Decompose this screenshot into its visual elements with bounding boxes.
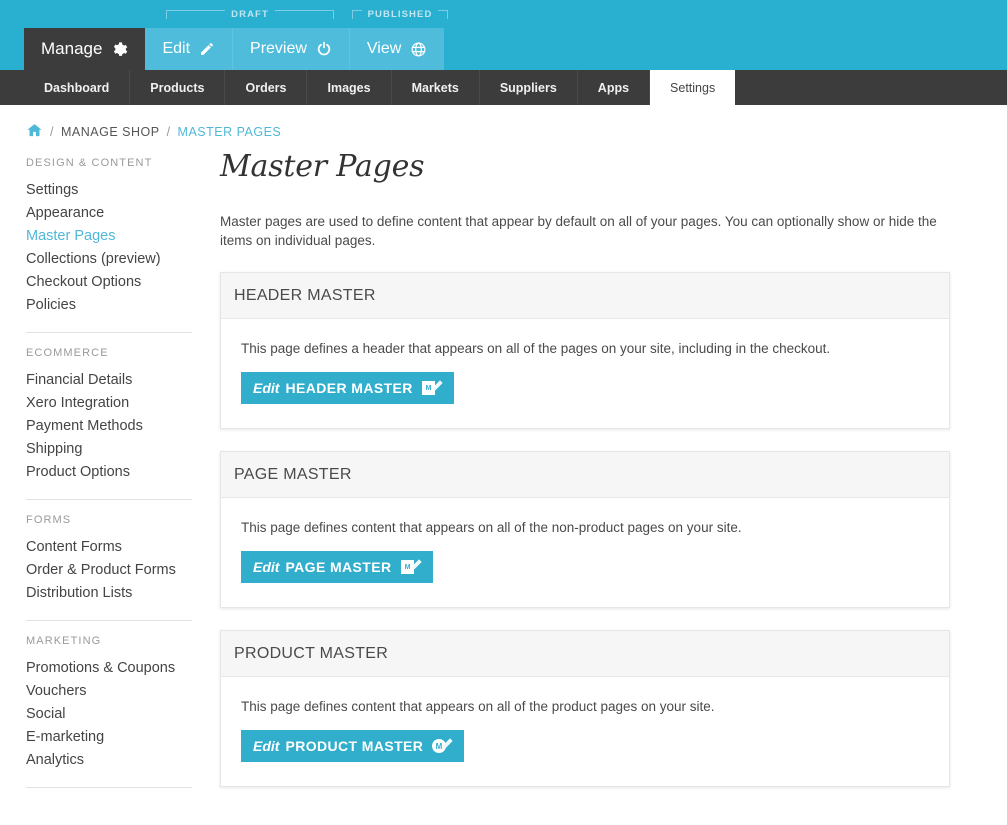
sidebar-item-appearance[interactable]: Appearance (26, 202, 192, 225)
panel-product-master-body: This page defines content that appears o… (221, 677, 949, 786)
breadcrumb-item-manage-shop[interactable]: MANAGE SHOP (61, 125, 160, 139)
breadcrumb: / MANAGE SHOP / MASTER PAGES (0, 105, 1007, 143)
draft-bracket-label: DRAFT (166, 6, 335, 23)
top-bar: DRAFT PUBLISHED Manage Edit Preview View (0, 0, 1007, 70)
sidebar-item-promotions-coupons[interactable]: Promotions & Coupons (26, 657, 192, 680)
edit-page-master-prefix: Edit (253, 559, 280, 575)
edit-product-master-prefix: Edit (253, 738, 280, 754)
panel-page-master: PAGE MASTER This page defines content th… (220, 451, 950, 608)
page-intro-text: Master pages are used to define content … (220, 214, 937, 248)
top-tab-preview[interactable]: Preview (233, 28, 350, 70)
sidebar-divider (26, 332, 192, 333)
top-tab-manage[interactable]: Manage (24, 28, 146, 70)
panel-product-master-text: This page defines content that appears o… (241, 699, 715, 714)
edit-product-icon: M (431, 737, 453, 755)
nav-item-images[interactable]: Images (307, 70, 392, 105)
page-layout: DESIGN & CONTENT Settings Appearance Mas… (0, 143, 1007, 802)
svg-text:M: M (404, 564, 410, 571)
edit-page-icon: M (400, 558, 422, 576)
published-bracket-label: PUBLISHED (352, 6, 449, 23)
main-nav: Dashboard Products Orders Images Markets… (0, 70, 1007, 105)
bracket-line-right (274, 10, 335, 19)
sidebar-section-forms: FORMS (26, 514, 72, 526)
edit-product-master-label: PRODUCT MASTER (285, 738, 424, 754)
sidebar-item-collections-preview[interactable]: Collections (preview) (26, 248, 192, 271)
sidebar-section-ecommerce: ECOMMERCE (26, 347, 109, 359)
bracket-line-left (352, 10, 362, 19)
panel-header-master-text: This page defines a header that appears … (241, 341, 831, 356)
top-tab-edit-label: Edit (162, 40, 191, 57)
sidebar-item-financial-details[interactable]: Financial Details (26, 369, 192, 392)
sidebar-item-policies[interactable]: Policies (26, 294, 192, 317)
edit-header-master-button[interactable]: Edit HEADER MASTER M (241, 372, 454, 404)
top-tab-edit[interactable]: Edit (145, 28, 234, 70)
edit-header-master-label: HEADER MASTER (285, 380, 413, 396)
main-content: Master Pages Master pages are used to de… (192, 143, 1007, 787)
sidebar-item-checkout-options[interactable]: Checkout Options (26, 271, 192, 294)
bracket-line-right (438, 10, 449, 19)
nav-item-apps[interactable]: Apps (578, 70, 651, 105)
published-label: PUBLISHED (367, 8, 433, 20)
panel-page-master-body: This page defines content that appears o… (221, 498, 949, 607)
edit-header-master-prefix: Edit (253, 380, 280, 396)
edit-page-master-button[interactable]: Edit PAGE MASTER M (241, 551, 433, 583)
bracket-line-left (166, 10, 226, 19)
panel-page-master-text: This page defines content that appears o… (241, 520, 742, 535)
edit-page-icon: M (421, 379, 443, 397)
nav-item-suppliers[interactable]: Suppliers (480, 70, 578, 105)
top-tab-manage-label: Manage (41, 39, 103, 58)
gear-icon (111, 41, 128, 58)
edit-page-master-label: PAGE MASTER (285, 559, 392, 575)
sidebar-item-shipping[interactable]: Shipping (26, 438, 192, 461)
sidebar-item-social[interactable]: Social (26, 703, 192, 726)
sidebar-item-product-options[interactable]: Product Options (26, 461, 192, 484)
top-tab-view-label: View (366, 40, 402, 57)
settings-sidebar: DESIGN & CONTENT Settings Appearance Mas… (0, 143, 192, 802)
sidebar-item-vouchers[interactable]: Vouchers (26, 680, 192, 703)
top-tab-preview-label: Preview (250, 40, 307, 57)
sidebar-divider (26, 787, 192, 788)
draft-label: DRAFT (231, 8, 269, 20)
nav-item-markets[interactable]: Markets (392, 70, 480, 105)
breadcrumb-item-master-pages[interactable]: MASTER PAGES (178, 125, 282, 139)
edit-product-master-button[interactable]: Edit PRODUCT MASTER M (241, 730, 465, 762)
sidebar-item-order-product-forms[interactable]: Order & Product Forms (26, 559, 192, 582)
panel-header-master-body: This page defines a header that appears … (221, 319, 949, 428)
panel-header-master-heading: HEADER MASTER (221, 273, 949, 319)
breadcrumb-separator: / (166, 125, 171, 139)
sidebar-item-settings[interactable]: Settings (26, 179, 192, 202)
top-tab-view[interactable]: View (349, 28, 445, 70)
panel-page-master-heading: PAGE MASTER (221, 452, 949, 498)
sidebar-item-analytics[interactable]: Analytics (26, 749, 192, 772)
sidebar-item-master-pages[interactable]: Master Pages (26, 225, 192, 248)
sidebar-divider (26, 620, 192, 621)
sidebar-item-e-marketing[interactable]: E-marketing (26, 726, 192, 749)
sidebar-section-design-content: DESIGN & CONTENT (26, 157, 153, 169)
sidebar-divider (26, 499, 192, 500)
sidebar-section-marketing: MARKETING (26, 635, 102, 647)
sidebar-item-content-forms[interactable]: Content Forms (26, 536, 192, 559)
nav-item-dashboard[interactable]: Dashboard (24, 70, 131, 105)
svg-text:M: M (425, 385, 431, 392)
home-icon[interactable] (26, 122, 43, 142)
page-title: Master Pages (220, 149, 425, 184)
svg-text:M: M (436, 742, 443, 751)
power-icon (316, 41, 332, 57)
top-tab-group: Manage Edit Preview View (24, 28, 445, 70)
globe-icon (410, 41, 427, 58)
pencil-icon (199, 41, 215, 57)
sidebar-item-xero-integration[interactable]: Xero Integration (26, 392, 192, 415)
nav-item-products[interactable]: Products (130, 70, 226, 105)
panel-header-master: HEADER MASTER This page defines a header… (220, 272, 950, 429)
panel-product-master: PRODUCT MASTER This page defines content… (220, 630, 950, 787)
breadcrumb-separator: / (50, 125, 54, 139)
panel-product-master-heading: PRODUCT MASTER (221, 631, 949, 677)
nav-item-orders[interactable]: Orders (225, 70, 308, 105)
sidebar-item-payment-methods[interactable]: Payment Methods (26, 415, 192, 438)
sidebar-item-distribution-lists[interactable]: Distribution Lists (26, 582, 192, 605)
nav-item-settings[interactable]: Settings (650, 70, 736, 105)
